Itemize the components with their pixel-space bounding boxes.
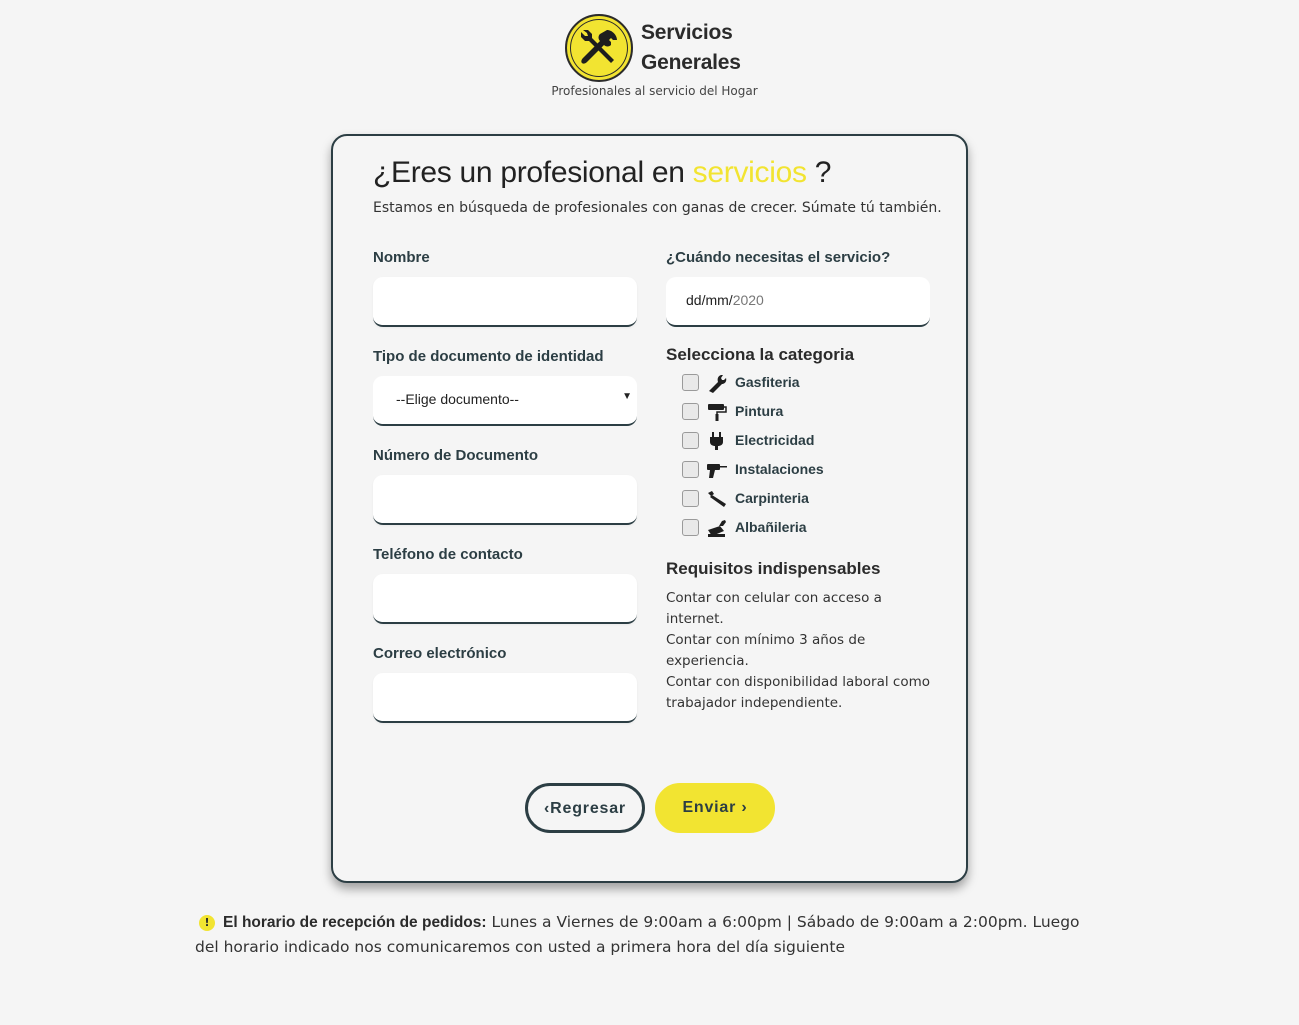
category-label: Gasfiteria xyxy=(735,374,800,390)
tipo-documento-selected: --Elige documento-- xyxy=(396,391,519,407)
tagline: Profesionales al servicio del Hogar xyxy=(551,84,758,98)
registration-card: ¿Eres un profesional en servicios ? Esta… xyxy=(331,134,968,883)
drill-icon xyxy=(707,464,727,478)
fecha-placeholder: dd/mm/ xyxy=(686,292,733,308)
brand-line-1: Servicios xyxy=(641,21,733,44)
title-highlight: servicios xyxy=(692,156,807,189)
category-carpinteria[interactable]: Carpinteria xyxy=(682,488,882,512)
category-checkbox[interactable] xyxy=(682,432,699,449)
tools-icon[interactable] xyxy=(565,14,633,82)
category-albanileria[interactable]: Albañileria xyxy=(682,517,882,541)
fecha-label: ¿Cuándo necesitas el servicio? xyxy=(666,249,891,266)
title-prefix: ¿Eres un profesional en xyxy=(373,156,685,189)
requirement-item: Contar con mínimo 3 años de experiencia. xyxy=(666,632,866,669)
wrench-icon xyxy=(709,375,727,393)
requirement-item: Contar con disponibilidad laboral como t… xyxy=(666,674,931,711)
category-label: Carpinteria xyxy=(735,490,809,506)
fecha-input[interactable]: dd/mm/2020 xyxy=(666,277,930,327)
back-button-label: Regresar xyxy=(550,800,626,817)
numero-documento-input[interactable] xyxy=(373,475,637,525)
numero-documento-label: Número de Documento xyxy=(373,447,539,464)
notice-bold: El horario de recepción de pedidos: xyxy=(223,914,487,931)
saw-icon xyxy=(708,491,726,507)
requirement-item: Contar con celular con acceso a internet… xyxy=(666,590,882,627)
category-checkbox[interactable] xyxy=(682,403,699,420)
category-label: Instalaciones xyxy=(735,461,824,477)
category-pintura[interactable]: Pintura xyxy=(682,401,882,425)
category-checkbox[interactable] xyxy=(682,461,699,478)
category-checkbox[interactable] xyxy=(682,490,699,507)
title-suffix: ? xyxy=(814,156,832,189)
category-label: Pintura xyxy=(735,403,784,419)
correo-label: Correo electrónico xyxy=(373,645,507,662)
category-instalaciones[interactable]: Instalaciones xyxy=(682,459,882,483)
category-checkbox[interactable] xyxy=(682,374,699,391)
category-electricidad[interactable]: Electricidad xyxy=(682,430,882,454)
brand-line-2: Generales xyxy=(641,51,741,74)
category-checkbox[interactable] xyxy=(682,519,699,536)
plug-icon xyxy=(710,432,723,450)
tipo-documento-label: Tipo de documento de identidad xyxy=(373,348,604,365)
chevron-right-icon: › xyxy=(741,799,748,816)
form-subtitle: Estamos en búsqueda de profesionales con… xyxy=(373,200,942,216)
trowel-icon xyxy=(708,520,726,537)
categories-heading: Selecciona la categoria xyxy=(666,345,855,364)
category-gasfiteria[interactable]: Gasfiteria xyxy=(682,372,882,396)
correo-input[interactable] xyxy=(373,673,637,723)
send-button[interactable]: Enviar › xyxy=(655,783,775,833)
brand-name: Servicios Generales xyxy=(641,18,741,78)
telefono-label: Teléfono de contacto xyxy=(373,546,523,563)
exclamation-icon: ! xyxy=(199,915,215,931)
dropdown-arrow-icon: ▼ xyxy=(622,391,632,402)
tipo-documento-select[interactable]: --Elige documento-- ▼ xyxy=(373,376,637,426)
requirements-list: Contar con celular con acceso a internet… xyxy=(666,588,936,714)
telefono-input[interactable] xyxy=(373,574,637,624)
category-label: Electricidad xyxy=(735,432,815,448)
nombre-label: Nombre xyxy=(373,249,430,266)
category-label: Albañileria xyxy=(735,519,807,535)
fecha-year: 2020 xyxy=(732,292,764,308)
back-button[interactable]: ‹Regresar xyxy=(525,783,645,833)
requirements-heading: Requisitos indispensables xyxy=(666,559,881,578)
send-button-label: Enviar xyxy=(682,799,737,816)
form-title: ¿Eres un profesional en servicios ? xyxy=(373,156,831,190)
nombre-input[interactable] xyxy=(373,277,637,327)
schedule-notice: ! El horario de recepción de pedidos: Lun… xyxy=(195,910,1095,960)
site-header: Servicios Generales Profesionales al ser… xyxy=(0,0,1299,110)
paint-roller-icon xyxy=(708,404,727,421)
